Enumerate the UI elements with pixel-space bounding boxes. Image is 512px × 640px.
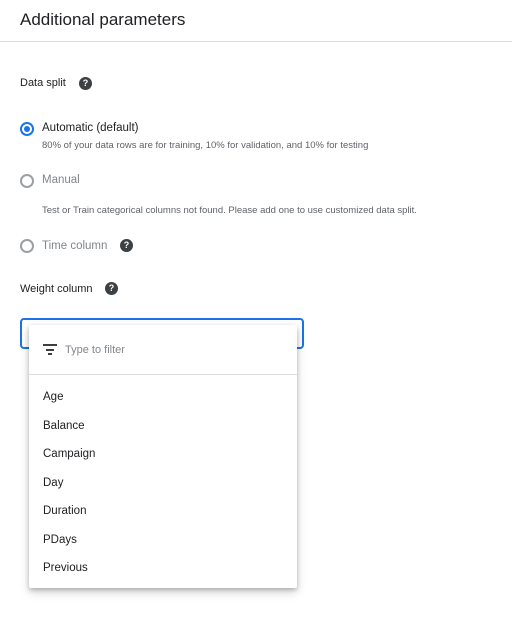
page-title: Additional parameters [20,10,186,29]
data-split-label: Data split [20,77,66,89]
option-pdays[interactable]: PDays [29,526,297,555]
option-balance[interactable]: Balance [29,412,297,441]
option-day[interactable]: Day [29,469,297,498]
filter-icon [43,344,57,355]
data-split-help-icon[interactable]: ? [79,77,92,90]
option-duration[interactable]: Duration [29,497,297,526]
radio-automatic[interactable] [20,122,34,136]
radio-manual-label[interactable]: Manual [42,174,80,186]
radio-manual-description: Test or Train categorical columns not fo… [42,205,417,216]
weight-column-label: Weight column [20,283,93,295]
page-header: Additional parameters [0,0,512,42]
weight-column-dropdown: Age Balance Campaign Day Duration PDays … [29,325,297,588]
dropdown-options: Age Balance Campaign Day Duration PDays … [29,383,297,583]
radio-time-column[interactable] [20,239,34,253]
weight-column-help-icon[interactable]: ? [105,282,118,295]
time-column-help-icon[interactable]: ? [120,239,133,252]
radio-time-column-label[interactable]: Time column [42,240,107,252]
filter-input[interactable] [65,339,285,361]
filter-row [29,325,297,375]
option-age[interactable]: Age [29,383,297,412]
radio-automatic-label[interactable]: Automatic (default) [42,122,139,134]
radio-automatic-description: 80% of your data rows are for training, … [42,140,369,151]
option-previous[interactable]: Previous [29,554,297,583]
option-campaign[interactable]: Campaign [29,440,297,469]
radio-manual[interactable] [20,174,34,188]
